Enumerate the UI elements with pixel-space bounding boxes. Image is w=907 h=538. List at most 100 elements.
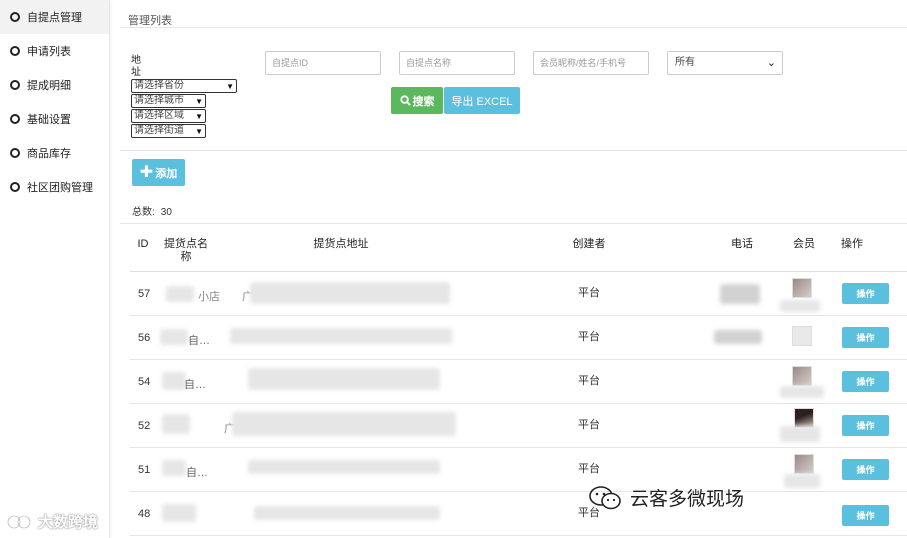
status-select-value: 所有 — [675, 57, 695, 68]
member-avatar — [794, 454, 814, 474]
search-button[interactable]: 搜索 — [391, 87, 443, 114]
action-label: 操作 — [856, 465, 875, 475]
table-row: 51 自… 平台 操作 — [130, 448, 907, 492]
redacted-name — [166, 286, 194, 302]
sidebar-item-group-buying[interactable]: 社区团购管理 — [0, 170, 109, 204]
action-label: 操作 — [856, 333, 875, 343]
sidebar-item-label: 自提点管理 — [27, 12, 82, 24]
city-select[interactable]: 请选择城市 ▼ — [131, 94, 206, 108]
row-id: 52 — [138, 420, 151, 432]
plus-icon: ✚ — [139, 163, 154, 181]
sidebar-item-label: 申请列表 — [27, 46, 71, 58]
row-action-button[interactable]: 操作 — [842, 459, 889, 480]
redacted-address — [230, 328, 452, 344]
sidebar-item-inventory[interactable]: 商品库存 — [0, 136, 109, 170]
column-header-id: ID — [137, 238, 149, 250]
circle-icon — [10, 80, 20, 90]
column-header-action: 操作 — [841, 238, 863, 250]
row-creator: 平台 — [578, 331, 600, 343]
province-select[interactable]: 请选择省份 ▼ — [131, 79, 237, 93]
column-header-member: 会员 — [793, 238, 815, 250]
street-select[interactable]: 请选择街道 ▼ — [131, 124, 206, 138]
redacted-member — [780, 386, 824, 398]
redacted-name — [162, 504, 196, 522]
district-select-value: 请选择区域 — [134, 110, 184, 121]
column-header-creator: 创建者 — [572, 238, 606, 250]
redacted-address — [232, 412, 456, 436]
main-content: 管理列表 地址 请选择省份 ▼ 请选择城市 ▼ 请选择区域 ▼ 请选择街道 ▼ … — [116, 0, 907, 538]
row-action-button[interactable]: 操作 — [842, 415, 889, 436]
column-header-phone: 电话 — [731, 238, 753, 250]
column-header-name: 提货点名称 — [164, 238, 208, 263]
watermark-logo-icon — [6, 514, 32, 530]
add-button[interactable]: ✚ 添加 — [132, 159, 185, 186]
sidebar-item-pickup-management[interactable]: 自提点管理 — [0, 0, 109, 34]
row-creator: 平台 — [578, 463, 600, 475]
pickup-id-placeholder: 自提点ID — [272, 58, 309, 68]
row-action-button[interactable]: 操作 — [842, 505, 889, 526]
row-id: 57 — [138, 288, 151, 300]
member-search-input[interactable]: 会员昵称/姓名/手机号 — [533, 51, 649, 75]
member-avatar — [792, 278, 812, 298]
watermark-left: 大数跨境 — [6, 510, 98, 532]
action-label: 操作 — [856, 421, 875, 431]
row-creator: 平台 — [578, 419, 600, 431]
row-name: 小店 — [198, 291, 220, 303]
redacted-member — [780, 426, 820, 442]
row-name: 自… — [184, 379, 206, 391]
table-row: 56 自… 平台 操作 — [130, 316, 907, 360]
sidebar-item-label: 社区团购管理 — [27, 182, 93, 194]
search-icon — [399, 95, 411, 106]
watermark-right: 云客多微现场 — [588, 484, 744, 511]
row-action-button[interactable]: 操作 — [842, 327, 889, 348]
province-select-value: 请选择省份 — [134, 80, 184, 91]
circle-icon — [10, 114, 20, 124]
row-name: 自… — [186, 467, 208, 479]
member-search-placeholder: 会员昵称/姓名/手机号 — [540, 58, 627, 68]
redacted-name — [162, 460, 186, 476]
redacted-address — [248, 368, 440, 390]
divider — [120, 150, 907, 151]
redacted-name — [162, 414, 190, 434]
status-select[interactable]: 所有 ⌄ — [667, 51, 783, 75]
row-action-button[interactable]: 操作 — [842, 371, 889, 392]
row-id: 48 — [138, 508, 151, 520]
circle-icon — [10, 12, 20, 22]
action-label: 操作 — [856, 289, 875, 299]
street-select-value: 请选择街道 — [134, 125, 184, 136]
sidebar-item-applications[interactable]: 申请列表 — [0, 34, 109, 68]
redacted-name — [162, 372, 186, 390]
watermark-right-text: 云客多微现场 — [630, 489, 745, 510]
total-count: 总数: 30 — [132, 203, 172, 218]
pickup-id-input[interactable]: 自提点ID — [265, 51, 381, 75]
chevron-down-icon: ▼ — [226, 82, 234, 91]
redacted-member — [784, 474, 820, 488]
pickup-name-input[interactable]: 自提点名称 — [399, 51, 515, 75]
divider — [120, 27, 907, 28]
sidebar-item-settings[interactable]: 基础设置 — [0, 102, 109, 136]
district-select[interactable]: 请选择区域 ▼ — [131, 109, 206, 123]
sidebar-item-commission[interactable]: 提成明细 — [0, 68, 109, 102]
redacted-phone — [714, 330, 762, 344]
watermark-left-text: 大数跨境 — [38, 513, 99, 531]
redacted-address — [254, 506, 440, 520]
page-title: 管理列表 — [128, 15, 172, 27]
circle-icon — [10, 182, 20, 192]
total-label: 总数: — [132, 207, 155, 218]
table-row: 57 小店 广 平台 操作 — [130, 272, 907, 316]
table-row: 52 广 平台 操作 — [130, 404, 907, 448]
search-button-label: 搜索 — [412, 95, 435, 108]
row-creator: 平台 — [578, 375, 600, 387]
table-row: 48 平台 操作 — [130, 492, 907, 536]
member-avatar — [792, 326, 812, 346]
row-action-button[interactable]: 操作 — [842, 283, 889, 304]
redacted-name — [160, 329, 188, 345]
chevron-down-icon: ⌄ — [766, 57, 776, 69]
chevron-down-icon: ▼ — [195, 97, 203, 106]
sidebar-item-label: 基础设置 — [27, 114, 71, 126]
export-button-label: 导出 EXCEL — [451, 95, 513, 108]
redacted-phone — [720, 284, 760, 304]
export-excel-button[interactable]: 导出 EXCEL — [444, 87, 520, 114]
row-name: 自… — [188, 335, 210, 347]
redacted-address — [248, 460, 440, 474]
